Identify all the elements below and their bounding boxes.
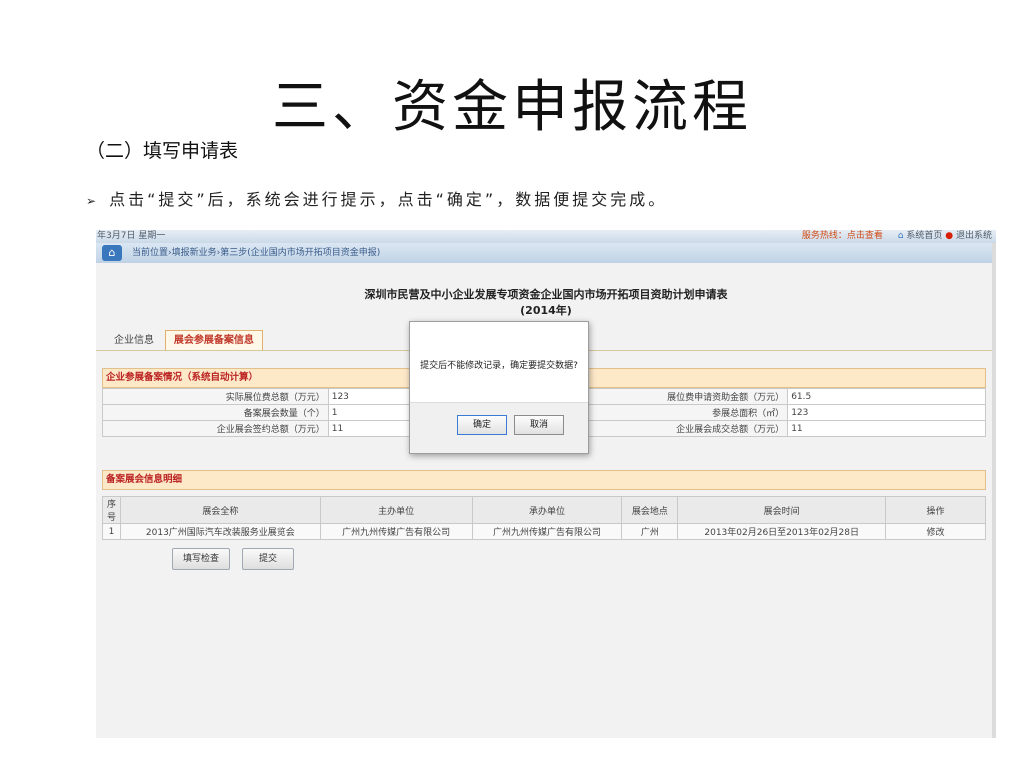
- submit-button[interactable]: 提交: [242, 548, 295, 570]
- column-header: 承办单位: [471, 496, 623, 524]
- form-title-text: 深圳市民营及中小企业发展专项资金企业国内市场开拓项目资助计划申请表: [364, 288, 728, 301]
- column-header: 展会全称: [119, 496, 321, 524]
- section-title: （二）填写申请表: [86, 140, 239, 162]
- bullet-marker: ➢: [86, 194, 100, 208]
- hotline-link[interactable]: 服务热线：点击查看: [802, 231, 883, 241]
- form-title: 深圳市民营及中小企业发展专项资金企业国内市场开拓项目资助计划申请表 (2014年…: [96, 287, 996, 319]
- exit-system-link[interactable]: 退出系统: [956, 231, 992, 241]
- breadcrumb-bar: ⌂ 当前位置›填报新业务›第三步(企业国内市场开拓项目资金申报): [96, 243, 996, 263]
- system-home-link[interactable]: 系统首页: [906, 231, 942, 241]
- column-header: 展会时间: [677, 496, 887, 524]
- column-header: 操作: [885, 496, 986, 524]
- app-screenshot: 年3月7日 星期一 服务热线：点击查看 ⌂ 系统首页 ● 退出系统 ⌂ 当前位置…: [96, 230, 996, 738]
- column-header: 序号: [102, 496, 121, 524]
- table-cell: 2013广州国际汽车改装服务业展览会: [119, 523, 321, 540]
- table-header-row: 序号 展会全称 主办单位 承办单位 展会地点 展会时间 操作: [102, 496, 986, 524]
- table-cell: 2013年02月26日至2013年02月28日: [677, 523, 887, 540]
- dialog-footer: 确定 取消: [410, 402, 588, 453]
- bullet-instruction: ➢ 点击“提交”后，系统会进行提示，点击“确定”，数据便提交完成。: [86, 186, 667, 210]
- confirm-dialog: 提交后不能修改记录，确定要提交数据? 确定 取消: [409, 321, 589, 454]
- tab-company-info[interactable]: 企业信息: [106, 331, 162, 351]
- bullet-text: 点击“提交”后，系统会进行提示，点击“确定”，数据便提交完成。: [109, 190, 668, 209]
- tab-bar: 企业信息 展会参展备案信息: [106, 330, 263, 351]
- cancel-button[interactable]: 取消: [514, 415, 564, 435]
- tab-exhibition-info[interactable]: 展会参展备案信息: [164, 330, 263, 351]
- home-icon[interactable]: ⌂: [102, 245, 122, 261]
- column-header: 展会地点: [621, 496, 679, 524]
- summary-label: 实际展位费总额（万元）: [102, 388, 329, 405]
- table-cell: 广州九州传媒广告有限公司: [471, 523, 623, 540]
- table-cell: 广州九州传媒广告有限公司: [319, 523, 473, 540]
- detail-heading: 备案展会信息明细: [102, 470, 986, 490]
- detail-table: 序号 展会全称 主办单位 承办单位 展会地点 展会时间 操作 1 2013广州国…: [102, 496, 986, 540]
- ok-button[interactable]: 确定: [457, 415, 507, 435]
- dialog-message: 提交后不能修改记录，确定要提交数据?: [420, 361, 578, 371]
- top-links: 服务热线：点击查看 ⌂ 系统首页 ● 退出系统: [802, 230, 992, 243]
- summary-value: 123: [787, 404, 986, 421]
- home-small-icon: ⌂: [897, 231, 904, 241]
- form-year: (2014年): [520, 304, 572, 317]
- edit-link[interactable]: 修改: [885, 523, 986, 540]
- scrollbar[interactable]: [992, 243, 996, 738]
- top-status-bar: 年3月7日 星期一 服务热线：点击查看 ⌂ 系统首页 ● 退出系统: [96, 230, 996, 243]
- column-header: 主办单位: [319, 496, 473, 524]
- table-row: 1 2013广州国际汽车改装服务业展览会 广州九州传媒广告有限公司 广州九州传媒…: [102, 523, 986, 540]
- slide-title: 三、资金申报流程: [272, 75, 752, 140]
- summary-value: 11: [787, 420, 986, 437]
- breadcrumb: 当前位置›填报新业务›第三步(企业国内市场开拓项目资金申报): [132, 248, 381, 258]
- table-cell: 广州: [621, 523, 679, 540]
- check-form-button[interactable]: 填写检查: [172, 548, 231, 570]
- summary-value: 61.5: [787, 388, 986, 405]
- table-cell: 1: [102, 523, 121, 540]
- summary-label: 备案展会数量（个）: [102, 404, 329, 421]
- exit-icon: ●: [945, 231, 954, 241]
- date-text: 年3月7日 星期一: [97, 231, 166, 241]
- summary-label: 企业展会签约总额（万元）: [102, 420, 329, 437]
